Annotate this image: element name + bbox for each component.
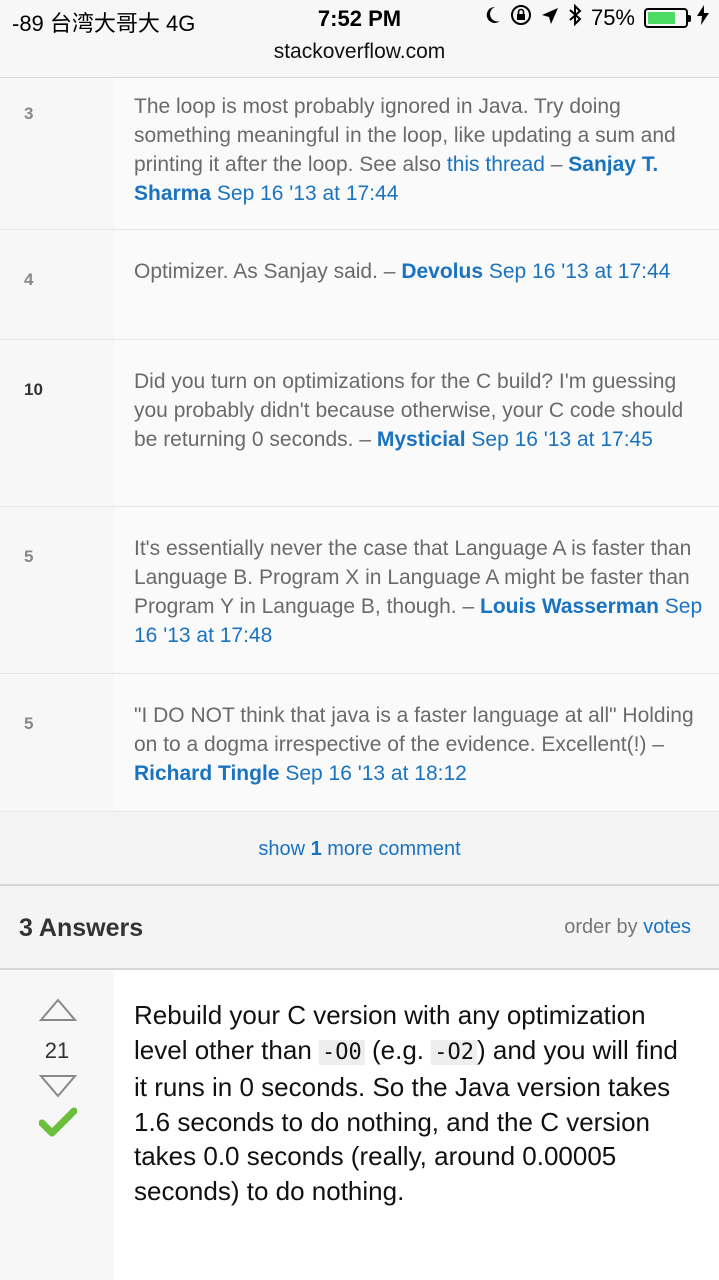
comment-date-link[interactable]: Sep 16 '13 at 17:45 (471, 428, 653, 451)
comment-user-link[interactable]: Richard Tingle (134, 762, 279, 785)
comment-separator: – (456, 595, 480, 618)
comment-date-link[interactable]: Sep 16 '13 at 17:44 (217, 182, 399, 205)
upvote-arrow-icon[interactable] (38, 998, 78, 1027)
vote-column: 21 (0, 970, 114, 1280)
comment: 10 Did you turn on optimizations for the … (0, 340, 719, 507)
location-icon (541, 5, 559, 31)
comment-text: It's essentially never the case that Lan… (114, 507, 719, 673)
comment-text: Optimizer. As Sanjay said. – Devolus Sep… (114, 230, 719, 339)
comment-text: The loop is most probably ignored in Jav… (114, 78, 719, 229)
comment-score: 10 (24, 380, 43, 399)
answers-header: 3 Answers order by votes (0, 886, 719, 970)
show-more-count: 1 (310, 838, 322, 860)
bluetooth-icon (568, 3, 582, 32)
vote-count: 21 (44, 1038, 70, 1063)
comment: 5 It's essentially never the case that La… (0, 507, 719, 674)
status-bar: -89 台湾大哥大 4G 7:52 PM 75% stackoverflow.c… (0, 0, 719, 78)
comment-body: Optimizer. As Sanjay said. (134, 260, 378, 283)
inline-code: -O2 (431, 1039, 477, 1065)
comment: 5 "I DO NOT think that java is a faster l… (0, 674, 719, 812)
comment-user-link[interactable]: Mysticial (377, 428, 466, 451)
battery-percent: 75% (590, 5, 635, 30)
rotation-lock-icon (510, 4, 532, 32)
order-by-label: order by (564, 916, 644, 938)
answer-body: Rebuild your C version with any optimiza… (114, 970, 719, 1280)
inline-code: -O0 (319, 1039, 365, 1065)
show-more-prefix: show (258, 838, 311, 860)
order-by-votes-link[interactable]: votes (643, 916, 691, 938)
comments-list: 3 The loop is most probably ignored in Ja… (0, 78, 719, 812)
comment-separator: – (353, 428, 377, 451)
comment: 3 The loop is most probably ignored in Ja… (0, 78, 719, 230)
comment-score: 5 (24, 547, 34, 566)
comment-separator: – (544, 153, 569, 176)
comment-text: Did you turn on optimizations for the C … (114, 340, 719, 506)
comment-separator: – (646, 733, 664, 756)
order-by: order by votes (564, 916, 691, 939)
downvote-arrow-icon[interactable] (38, 1074, 78, 1103)
answer: 21 Rebuild your C version with any optim… (0, 970, 719, 1280)
comment-user-link[interactable]: Louis Wasserman (480, 595, 659, 618)
comment-score: 5 (24, 714, 34, 733)
answer-text-segment: (e.g. (364, 1034, 432, 1065)
answers-count-title: 3 Answers (19, 914, 144, 942)
comment-score: 3 (24, 104, 34, 123)
comment-body: "I DO NOT think that java is a faster la… (134, 704, 694, 756)
comment-date-link[interactable]: Sep 16 '13 at 18:12 (285, 762, 467, 785)
comment: 4 Optimizer. As Sanjay said. – Devolus Se… (0, 230, 719, 340)
comment-date-link[interactable]: Sep 16 '13 at 17:44 (489, 260, 671, 283)
comment-separator: – (377, 260, 402, 283)
show-more-comments-link[interactable]: show 1 more comment (0, 812, 719, 886)
address-bar-url[interactable]: stackoverflow.com (0, 40, 719, 64)
status-icons: 75% (483, 3, 709, 32)
comment-user-link[interactable]: Devolus (401, 260, 483, 283)
comment-link[interactable]: this thread (447, 153, 545, 176)
show-more-suffix: more comment (321, 838, 461, 860)
moon-icon (483, 5, 501, 31)
accepted-check-icon (38, 1106, 78, 1143)
charging-icon (697, 5, 709, 31)
comment-score: 4 (24, 270, 34, 289)
battery-icon (644, 8, 691, 28)
comment-text: "I DO NOT think that java is a faster la… (114, 674, 719, 811)
